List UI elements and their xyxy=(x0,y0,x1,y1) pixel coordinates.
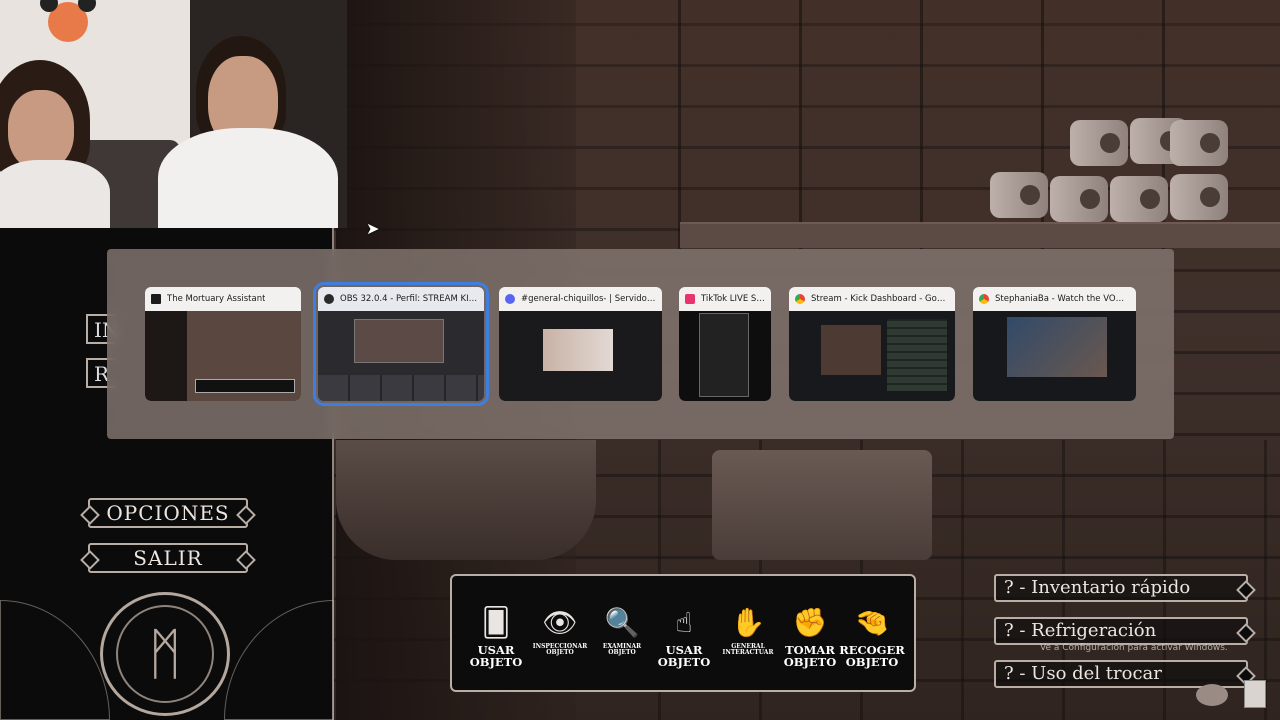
card-title: StephaniaBa - Watch the VOD on K... xyxy=(995,294,1130,304)
sink xyxy=(336,440,596,560)
game-emblem: ᛗ xyxy=(100,592,230,716)
action-label: EXAMINAR OBJETO xyxy=(602,643,642,657)
action-label: GENERAL INTERACTUAR xyxy=(722,643,774,657)
action-hand-card[interactable]: 🂠 USAR OBJETO xyxy=(466,606,526,668)
chrome-icon xyxy=(979,294,989,304)
card-header: Stream - Kick Dashboard - Google... xyxy=(789,287,955,311)
card-header: TikTok LIVE Stu... xyxy=(679,287,771,311)
person-left-face xyxy=(8,90,74,170)
toilet-paper-roll xyxy=(1170,174,1228,220)
action-label: USAR OBJETO xyxy=(469,643,523,670)
person-right-body xyxy=(158,128,338,228)
action-pick-hand[interactable]: 🤏 RECOGER OBJETO xyxy=(839,606,905,670)
card-header: The Mortuary Assistant xyxy=(145,287,301,311)
action-magnifier[interactable]: 🔍 EXAMINAR OBJETO xyxy=(592,606,652,657)
toilet-paper-roll xyxy=(1110,176,1168,222)
paper-item xyxy=(1244,680,1266,708)
hint-quick-inventory[interactable]: ? - Inventario rápido xyxy=(994,574,1248,602)
action-label: INSPECCIONAR OBJETO xyxy=(532,643,588,657)
action-label: USAR OBJETO xyxy=(657,643,711,670)
toilet xyxy=(712,450,932,560)
windows-activation-watermark: Ve a Configuración para activar Windows. xyxy=(1040,643,1228,653)
pick-hand-icon: 🤏 xyxy=(854,606,890,639)
hint-refrigeration[interactable]: ? - Refrigeración xyxy=(994,617,1248,645)
chrome-icon xyxy=(795,294,805,304)
shelf xyxy=(680,222,1280,248)
eye-icon: 👁 xyxy=(542,606,578,639)
window-thumbnail xyxy=(145,311,301,401)
pointing-hand-icon: ☝ xyxy=(675,606,693,639)
window-thumbnail xyxy=(973,311,1136,401)
card-title: Stream - Kick Dashboard - Google... xyxy=(811,294,949,304)
obs-icon xyxy=(324,294,334,304)
action-pointing-hand[interactable]: ☝ USAR OBJETO xyxy=(654,606,714,668)
mouse-cursor-icon: ➤ xyxy=(366,219,380,238)
window-thumbnail xyxy=(789,311,955,401)
window-switcher: The Mortuary Assistant OBS 32.0.4 - Perf… xyxy=(107,249,1174,439)
toilet-paper-roll xyxy=(1070,120,1128,166)
tiktok-icon xyxy=(685,294,695,304)
window-thumbnail xyxy=(679,311,771,401)
card-title: #general-chiquillos- | Servidor... xyxy=(521,294,656,304)
window-card-kick-vod[interactable]: StephaniaBa - Watch the VOD on K... xyxy=(973,287,1136,401)
action-bar: 🂠 USAR OBJETO 👁 INSPECCIONAR OBJETO 🔍 EXAMINA… xyxy=(450,574,916,692)
options-button[interactable]: OPCIONES xyxy=(88,498,248,528)
action-label: RECOGER OBJETO xyxy=(839,643,905,670)
exit-button[interactable]: SALIR xyxy=(88,543,248,573)
cobweb-decoration xyxy=(0,600,110,720)
action-label: TOMAR OBJETO xyxy=(783,643,837,670)
window-card-obs[interactable]: OBS 32.0.4 - Perfil: STREAM KICK - ... xyxy=(313,282,489,406)
magnifier-icon: 🔍 xyxy=(604,606,640,639)
mortuary-app-icon xyxy=(151,294,161,304)
window-card-kick-dashboard[interactable]: Stream - Kick Dashboard - Google... xyxy=(789,287,955,401)
window-card-mortuary[interactable]: The Mortuary Assistant xyxy=(145,287,301,401)
window-thumbnail xyxy=(318,311,484,401)
grab-hand-icon: ✊ xyxy=(792,606,828,639)
toilet-paper-roll xyxy=(1050,176,1108,222)
webcam-overlay xyxy=(0,0,347,228)
card-title: OBS 32.0.4 - Perfil: STREAM KICK - ... xyxy=(340,294,478,304)
card-title: TikTok LIVE Stu... xyxy=(701,294,765,304)
emblem-sigil-icon: ᛗ xyxy=(116,605,214,703)
card-header: OBS 32.0.4 - Perfil: STREAM KICK - ... xyxy=(318,287,484,311)
discord-icon xyxy=(505,294,515,304)
action-grab-hand[interactable]: ✊ TOMAR OBJETO xyxy=(780,606,840,668)
hand-card-icon: 🂠 xyxy=(481,606,511,639)
action-eye[interactable]: 👁 INSPECCIONAR OBJETO xyxy=(530,606,590,657)
window-card-discord[interactable]: #general-chiquillos- | Servidor... xyxy=(499,287,662,401)
cobweb-decoration xyxy=(224,600,334,720)
toilet-paper-roll xyxy=(990,172,1048,218)
open-hand-icon: ✋ xyxy=(730,606,766,639)
mickey-decoration xyxy=(40,0,96,42)
person-left-body xyxy=(0,160,110,228)
card-title: The Mortuary Assistant xyxy=(167,294,266,304)
action-open-hand[interactable]: ✋ GENERAL INTERACTUAR xyxy=(718,606,778,657)
window-card-tiktok[interactable]: TikTok LIVE Stu... xyxy=(679,287,771,401)
card-header: StephaniaBa - Watch the VOD on K... xyxy=(973,287,1136,311)
toilet-paper-roll xyxy=(1170,120,1228,166)
tray-item xyxy=(1196,684,1228,706)
window-thumbnail xyxy=(499,311,662,401)
card-header: #general-chiquillos- | Servidor... xyxy=(499,287,662,311)
